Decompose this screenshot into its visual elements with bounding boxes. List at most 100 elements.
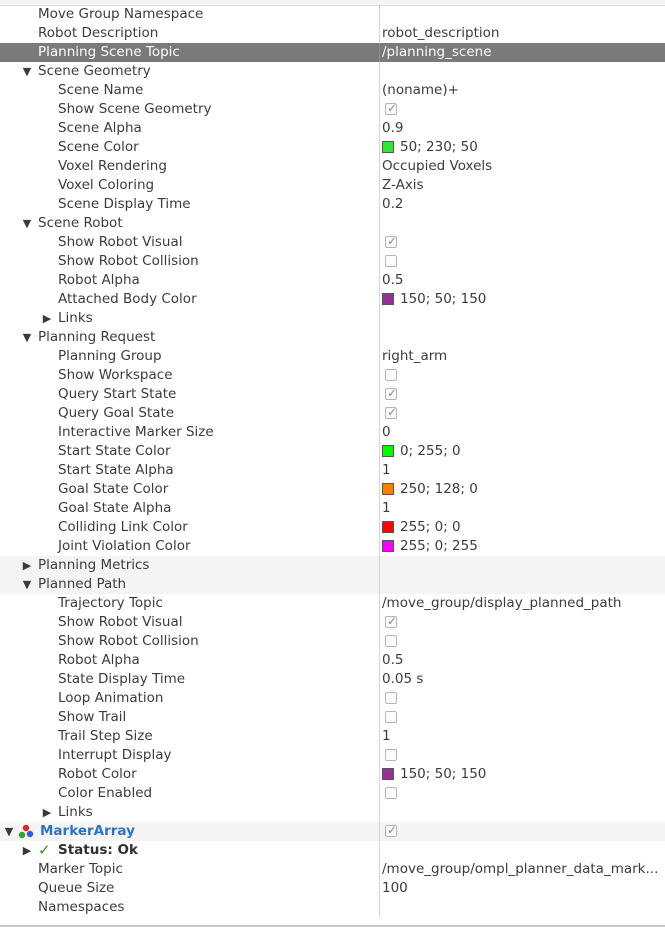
color-swatch[interactable]: [382, 293, 394, 305]
tree-row-scene-alpha[interactable]: Scene Alpha 0.9: [0, 119, 665, 138]
property-value[interactable]: 1: [382, 461, 661, 480]
property-value-cell[interactable]: (noname)+: [380, 81, 665, 100]
tree-row-marker-topic[interactable]: Marker Topic/move_group/ompl_planner_dat…: [0, 860, 665, 879]
property-value[interactable]: 0.5: [382, 651, 661, 670]
tree-row-status-ok[interactable]: ▶ ✓ Status: Ok: [0, 841, 665, 860]
tree-row-show-robot-collision[interactable]: Show Robot Collision: [0, 252, 665, 271]
tree-row-loop-animation[interactable]: Loop Animation: [0, 689, 665, 708]
property-value[interactable]: Z-Axis: [382, 176, 661, 195]
property-value-cell[interactable]: 100: [380, 879, 665, 898]
property-value-cell[interactable]: ✓: [380, 233, 665, 252]
color-value[interactable]: 0; 255; 0: [382, 442, 661, 461]
expand-arrow-down-icon[interactable]: ▼: [21, 575, 33, 594]
property-value[interactable]: 0.2: [382, 195, 661, 214]
color-swatch[interactable]: [382, 521, 394, 533]
property-value-cell[interactable]: [380, 708, 665, 727]
property-value-cell[interactable]: 150; 50; 150: [380, 290, 665, 309]
tree-row-show-robot-visual[interactable]: Show Robot Visual ✓: [0, 233, 665, 252]
checkbox-unchecked[interactable]: [385, 692, 397, 704]
tree-row-namespaces[interactable]: Namespaces: [0, 898, 665, 917]
property-value-cell[interactable]: 0.5: [380, 271, 665, 290]
tree-row-show-workspace[interactable]: Show Workspace: [0, 366, 665, 385]
checkbox-unchecked[interactable]: [385, 711, 397, 723]
checkbox-checked[interactable]: ✓: [385, 405, 397, 419]
tree-row-colliding-link-color[interactable]: Colliding Link Color 255; 0; 0: [0, 518, 665, 537]
property-value[interactable]: Occupied Voxels: [382, 157, 661, 176]
tree-row-move-group-namespace[interactable]: Move Group Namespace: [0, 5, 665, 24]
tree-row-goal-state-color[interactable]: Goal State Color 250; 128; 0: [0, 480, 665, 499]
property-value-cell[interactable]: [380, 803, 665, 822]
property-value[interactable]: right_arm: [382, 347, 661, 366]
tree-row-start-state-alpha[interactable]: Start State Alpha 1: [0, 461, 665, 480]
property-value-cell[interactable]: 1: [380, 727, 665, 746]
tree-row-show-scene-geometry[interactable]: Show Scene Geometry ✓: [0, 100, 665, 119]
property-value-cell[interactable]: [380, 556, 665, 575]
tree-row-planning-group[interactable]: Planning Group right_arm: [0, 347, 665, 366]
color-value[interactable]: 255; 0; 0: [382, 518, 661, 537]
tree-row-scene-robot[interactable]: ▼ Scene Robot: [0, 214, 665, 233]
tree-row-joint-violation-color[interactable]: Joint Violation Color 255; 0; 255: [0, 537, 665, 556]
expand-arrow-down-icon[interactable]: ▼: [21, 214, 33, 233]
property-value-cell[interactable]: 0.05 s: [380, 670, 665, 689]
property-value-cell[interactable]: /move_group/ompl_planner_data_mark...: [380, 860, 665, 879]
expand-arrow-right-icon[interactable]: ▶: [41, 309, 53, 328]
tree-row-show-robot-collision[interactable]: Show Robot Collision: [0, 632, 665, 651]
tree-row-query-goal-state[interactable]: Query Goal State ✓: [0, 404, 665, 423]
property-value[interactable]: 1: [382, 499, 661, 518]
property-value[interactable]: /planning_scene: [382, 43, 661, 62]
tree-row-interrupt-display[interactable]: Interrupt Display: [0, 746, 665, 765]
tree-row-voxel-coloring[interactable]: Voxel Coloring Z-Axis: [0, 176, 665, 195]
property-value[interactable]: /move_group/display_planned_path: [382, 594, 661, 613]
tree-row-state-display-time[interactable]: State Display Time 0.05 s: [0, 670, 665, 689]
color-swatch[interactable]: [382, 445, 394, 457]
tree-row-voxel-rendering[interactable]: Voxel Rendering Occupied Voxels: [0, 157, 665, 176]
tree-row-planning-metrics[interactable]: ▶ Planning Metrics: [0, 556, 665, 575]
checkbox-unchecked[interactable]: [385, 255, 397, 267]
property-value-cell[interactable]: [380, 309, 665, 328]
property-value-cell[interactable]: /move_group/display_planned_path: [380, 594, 665, 613]
tree-row-interactive-marker-size[interactable]: Interactive Marker Size 0: [0, 423, 665, 442]
tree-row-planning-scene-topic[interactable]: Planning Scene Topic/planning_scene: [0, 43, 665, 62]
property-value-cell[interactable]: [380, 252, 665, 271]
property-value[interactable]: 0.5: [382, 271, 661, 290]
tree-row-queue-size[interactable]: Queue Size 100: [0, 879, 665, 898]
property-value-cell[interactable]: 0: [380, 423, 665, 442]
property-value-cell[interactable]: [380, 5, 665, 24]
property-value-cell[interactable]: [380, 841, 665, 860]
checkbox-checked[interactable]: ✓: [385, 101, 397, 115]
tree-row-robot-alpha[interactable]: Robot Alpha 0.5: [0, 271, 665, 290]
property-value-cell[interactable]: 1: [380, 499, 665, 518]
property-value-cell[interactable]: 0.9: [380, 119, 665, 138]
tree-row-goal-state-alpha[interactable]: Goal State Alpha 1: [0, 499, 665, 518]
property-value-cell[interactable]: [380, 366, 665, 385]
property-value-cell[interactable]: 255; 0; 0: [380, 518, 665, 537]
property-value[interactable]: (noname)+: [382, 81, 661, 100]
checkbox-unchecked[interactable]: [385, 635, 397, 647]
property-value-cell[interactable]: ✓: [380, 385, 665, 404]
tree-row-robot-color[interactable]: Robot Color 150; 50; 150: [0, 765, 665, 784]
property-value-cell[interactable]: [380, 632, 665, 651]
property-value-cell[interactable]: [380, 328, 665, 347]
tree-row-start-state-color[interactable]: Start State Color 0; 255; 0: [0, 442, 665, 461]
color-swatch[interactable]: [382, 768, 394, 780]
property-value-cell[interactable]: [380, 898, 665, 917]
tree-row-scene-display-time[interactable]: Scene Display Time 0.2: [0, 195, 665, 214]
tree-row-show-robot-visual[interactable]: Show Robot Visual ✓: [0, 613, 665, 632]
tree-row-show-trail[interactable]: Show Trail: [0, 708, 665, 727]
checkbox-checked[interactable]: ✓: [385, 614, 397, 628]
property-value-cell[interactable]: 0.5: [380, 651, 665, 670]
property-value-cell[interactable]: 150; 50; 150: [380, 765, 665, 784]
property-value[interactable]: robot_description: [382, 24, 661, 43]
property-value-cell[interactable]: robot_description: [380, 24, 665, 43]
tree-row-robot-alpha[interactable]: Robot Alpha 0.5: [0, 651, 665, 670]
color-value[interactable]: 150; 50; 150: [382, 290, 661, 309]
expand-arrow-down-icon[interactable]: ▼: [21, 328, 33, 347]
expand-arrow-right-icon[interactable]: ▶: [21, 556, 33, 575]
property-value-cell[interactable]: 1: [380, 461, 665, 480]
property-value-cell[interactable]: 0; 255; 0: [380, 442, 665, 461]
tree-row-robot-description[interactable]: Robot Description robot_description: [0, 24, 665, 43]
tree-row-attached-body-color[interactable]: Attached Body Color 150; 50; 150: [0, 290, 665, 309]
tree-row-query-start-state[interactable]: Query Start State ✓: [0, 385, 665, 404]
property-value-cell[interactable]: [380, 214, 665, 233]
color-swatch[interactable]: [382, 483, 394, 495]
